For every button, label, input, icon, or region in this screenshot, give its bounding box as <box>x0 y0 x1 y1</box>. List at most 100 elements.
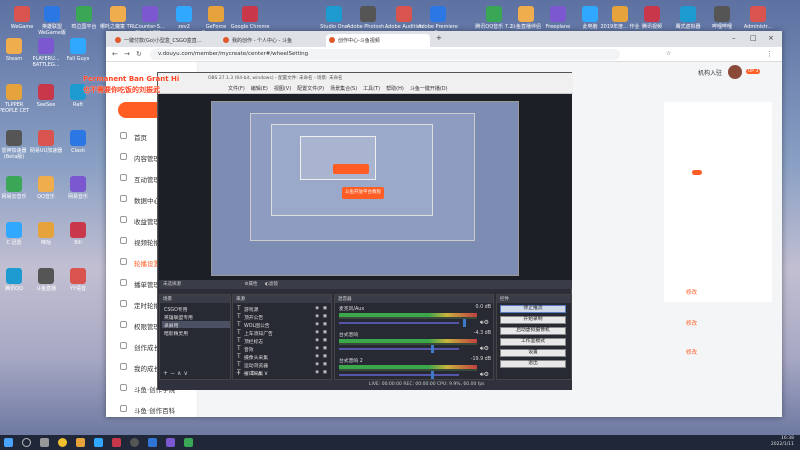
obs-preview[interactable]: 斗鱼开放平台教程 <box>159 94 572 280</box>
eye-icon[interactable]: ◉ <box>315 338 319 343</box>
volume-knob[interactable] <box>431 371 434 379</box>
obs-menu-item[interactable]: 文件(F) <box>228 86 245 92</box>
modify-link-1[interactable]: 修改 <box>686 288 697 296</box>
volume-slider[interactable] <box>339 348 459 350</box>
modify-link-3[interactable]: 修改 <box>686 348 697 356</box>
source-item[interactable]: T 音效 ◉ ▣ <box>235 345 329 353</box>
volume-knob[interactable] <box>463 319 466 327</box>
volume-knob[interactable] <box>431 345 434 353</box>
eye-icon[interactable]: ◉ <box>315 322 319 327</box>
desktop-icon[interactable]: 斗鱼直播 <box>28 268 64 292</box>
scene-item[interactable]: 录屏用 <box>162 321 230 329</box>
source-item[interactable]: T 顶开公告 ◉ ▣ <box>235 313 329 321</box>
desktop-icon[interactable]: 咪咕 <box>28 222 64 246</box>
control-button[interactable]: 退出 <box>500 360 566 368</box>
obs-menu-item[interactable]: 斗鱼一键开播(D) <box>410 86 448 92</box>
control-button[interactable]: 开始录制 <box>500 316 566 324</box>
lock-icon[interactable]: ▣ <box>323 346 327 351</box>
forward-icon[interactable]: → <box>124 50 130 58</box>
lock-icon[interactable]: ▣ <box>323 322 327 327</box>
speaker-icon[interactable]: 🔊︎⚙ <box>480 319 489 327</box>
control-button[interactable]: 停止推流 <box>500 305 566 313</box>
chrome-icon[interactable] <box>58 438 67 447</box>
desktop-icon[interactable]: Google Chrome <box>228 6 272 30</box>
lock-icon[interactable]: ▣ <box>323 362 327 367</box>
toggle-switch[interactable] <box>692 170 702 175</box>
obs-menu-item[interactable]: 视图(V) <box>274 86 291 92</box>
lock-icon[interactable]: ▣ <box>323 354 327 359</box>
source-item[interactable]: T 游戏源 ◉ ▣ <box>235 305 329 313</box>
speaker-icon[interactable]: 🔊︎⚙ <box>480 345 489 353</box>
sidebar-item[interactable]: 首页 <box>134 132 147 142</box>
eye-icon[interactable]: ◉ <box>315 330 319 335</box>
source-item[interactable]: T 顶栏标志 ◉ ▣ <box>235 337 329 345</box>
start-icon[interactable] <box>4 438 13 447</box>
back-icon[interactable]: ← <box>112 50 118 58</box>
tab-csgo[interactable]: 一键付款(Go)小型盒_CSGO盒直... <box>112 34 218 47</box>
modify-link-2[interactable]: 修改 <box>686 319 697 327</box>
tab-creator-center[interactable]: 创作中心-斗鱼视频 <box>326 34 430 47</box>
desktop-icon[interactable]: 网易音乐 <box>60 176 96 200</box>
scene-item[interactable]: 英雄联盟专用 <box>162 313 230 321</box>
lock-icon[interactable]: ▣ <box>323 338 327 343</box>
desktop-icon[interactable]: Fall Guys <box>60 38 96 62</box>
app-icon[interactable] <box>184 438 193 447</box>
scene-footer-icons[interactable]: +−∧∨ <box>163 370 190 377</box>
desktop-icon[interactable]: 网易UU加速器 <box>28 130 64 154</box>
obs-menu-item[interactable]: 工具(T) <box>363 86 380 92</box>
eye-icon[interactable]: ◉ <box>315 370 319 375</box>
system-clock[interactable]: 16:38 2022/1/11 <box>771 436 794 448</box>
source-item[interactable]: T 摄像头采集 ◉ ▣ <box>235 353 329 361</box>
close-icon[interactable]: × <box>768 34 774 42</box>
volume-slider[interactable] <box>339 374 459 376</box>
control-button[interactable]: 工作室模式 <box>500 338 566 346</box>
agency-link[interactable]: 机构入驻 <box>698 68 722 77</box>
menu-icon[interactable]: ⋮ <box>766 50 773 58</box>
desktop-icon[interactable]: Clash <box>60 130 96 154</box>
search-icon[interactable] <box>22 438 31 447</box>
eye-icon[interactable]: ◉ <box>315 306 319 311</box>
task-view-icon[interactable] <box>40 438 49 447</box>
url-input[interactable]: v.douyu.com/member/mycreate/center#/whee… <box>150 49 620 60</box>
eye-icon[interactable]: ◉ <box>315 354 319 359</box>
explorer-icon[interactable] <box>76 438 85 447</box>
eye-icon[interactable]: ◉ <box>315 314 319 319</box>
properties-button[interactable]: ⚙属性 <box>244 282 257 287</box>
source-item[interactable]: T WOL图公告 ◉ ▣ <box>235 321 329 329</box>
minimize-icon[interactable]: – <box>732 34 736 42</box>
speaker-icon[interactable]: 🔊︎⚙ <box>480 371 489 379</box>
obs-menu-item[interactable]: 配置文件(P) <box>297 86 324 92</box>
new-tab-icon[interactable]: + <box>436 34 442 42</box>
desktop-icon[interactable]: Administr... <box>736 6 780 30</box>
volume-slider[interactable] <box>339 322 459 324</box>
obs-menu-item[interactable]: 帮助(H) <box>386 86 404 92</box>
obs-menu-item[interactable]: 场景集合(S) <box>330 86 357 92</box>
sidebar-item[interactable]: 斗鱼·创作百科 <box>134 405 175 415</box>
desktop-icon[interactable]: YY语音 <box>60 268 96 292</box>
app-icon[interactable] <box>148 438 157 447</box>
control-button[interactable]: 启动虚拟摄像机 <box>500 327 566 335</box>
app-icon[interactable] <box>112 438 121 447</box>
desktop-icon[interactable]: SeeSee <box>28 84 64 108</box>
lock-icon[interactable]: ▣ <box>323 330 327 335</box>
desktop-icon[interactable]: QQ音乐 <box>28 176 64 200</box>
maximize-icon[interactable]: □ <box>750 34 757 42</box>
reload-icon[interactable]: ↻ <box>136 50 142 58</box>
extension-icon[interactable]: ☆ <box>666 50 671 57</box>
obs-menu-item[interactable]: 编辑(E) <box>251 86 268 92</box>
tab-my-create[interactable]: 我的创作 - 个人中心 - 斗鱼 <box>220 34 324 47</box>
lock-icon[interactable]: ▣ <box>323 314 327 319</box>
eye-icon[interactable]: ◉ <box>315 346 319 351</box>
app-icon[interactable] <box>94 438 103 447</box>
source-item[interactable]: T 上车须知广告 ◉ ▣ <box>235 329 329 337</box>
scene-item[interactable]: 暗影精灵用 <box>162 329 230 337</box>
app-icon[interactable] <box>166 438 175 447</box>
eye-icon[interactable]: ◉ <box>315 362 319 367</box>
obs-taskbar-icon[interactable] <box>130 438 139 447</box>
control-button[interactable]: 设置 <box>500 349 566 357</box>
lock-icon[interactable]: ▣ <box>323 306 327 311</box>
avatar[interactable] <box>728 65 742 79</box>
desktop-icon[interactable]: Bili <box>60 222 96 246</box>
lock-icon[interactable]: ▣ <box>323 370 327 375</box>
source-footer-icons[interactable]: +−⚙∧∨ <box>236 370 270 377</box>
